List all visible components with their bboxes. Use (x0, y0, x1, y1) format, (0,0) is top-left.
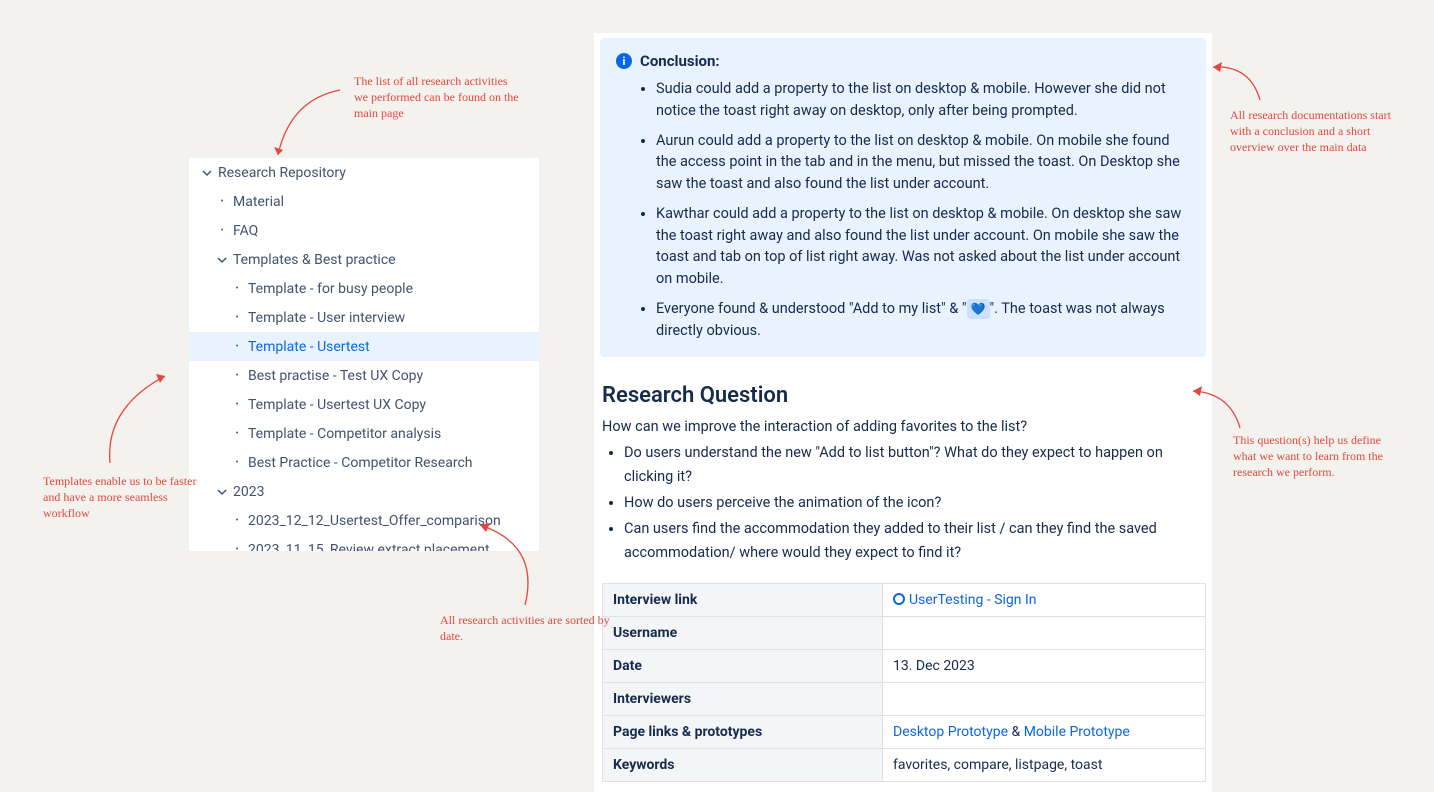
content-panel: i Conclusion: Sudia could add a property… (594, 33, 1212, 792)
chevron-down-icon (214, 255, 230, 265)
conclusion-list: Sudia could add a property to the list o… (656, 78, 1190, 341)
tree-label: Template - for busy people (245, 281, 413, 297)
table-row: Username (603, 616, 1206, 649)
row-value: 13. Dec 2023 (883, 649, 1206, 682)
arrow-icon (100, 368, 190, 468)
annotation: Templates enable us to be faster and hav… (43, 473, 213, 522)
tree-label: Template - Usertest (245, 339, 370, 355)
tree-root[interactable]: Research Repository (189, 158, 539, 187)
arrow-icon (475, 520, 555, 610)
tree-label: Templates & Best practice (230, 252, 396, 268)
arrow-icon (1190, 383, 1250, 433)
row-label: Keywords (603, 748, 883, 781)
annotation: The list of all research activities we p… (354, 73, 524, 122)
tree-label: Material (230, 194, 284, 210)
tree-label: Best practise - Test UX Copy (245, 368, 423, 384)
bullet-icon: • (214, 226, 230, 236)
annotation: This question(s) help us define what we … (1233, 432, 1403, 481)
interview-link[interactable]: UserTesting - Sign In (909, 592, 1037, 608)
tree-item[interactable]: • Template - Competitor analysis (189, 419, 539, 448)
row-value: Desktop Prototype & Mobile Prototype (883, 715, 1206, 748)
tree-item[interactable]: • Template - Usertest UX Copy (189, 390, 539, 419)
row-value: UserTesting - Sign In (883, 583, 1206, 616)
row-label: Interviewers (603, 682, 883, 715)
tree-item-selected[interactable]: • Template - Usertest (189, 332, 539, 361)
tree-item[interactable]: • Template - for busy people (189, 274, 539, 303)
bullet-icon: • (229, 545, 245, 552)
research-question-item: Can users find the accommodation they ad… (624, 517, 1204, 565)
conclusion-title: Conclusion: (640, 52, 720, 70)
tree-item-templates[interactable]: Templates & Best practice (189, 245, 539, 274)
tree-item-faq[interactable]: • FAQ (189, 216, 539, 245)
tree-label: Best Practice - Competitor Research (245, 455, 472, 471)
research-question-list: Do users understand the new "Add to list… (624, 441, 1204, 565)
heart-icon: 💙 (967, 299, 990, 319)
text: Everyone found & understood "Add to my l… (656, 300, 967, 317)
row-value (883, 682, 1206, 715)
table-row: Interview link UserTesting - Sign In (603, 583, 1206, 616)
table-row: Page links & prototypes Desktop Prototyp… (603, 715, 1206, 748)
bullet-icon: • (214, 197, 230, 207)
bullet-icon: • (229, 458, 245, 468)
bullet-icon: • (229, 400, 245, 410)
tree-label: Template - Competitor analysis (245, 426, 441, 442)
bullet-icon: • (229, 342, 245, 352)
row-label: Date (603, 649, 883, 682)
tree-label: 2023_11_15_Review extract placement (245, 542, 490, 552)
table-row: Keywords favorites, compare, listpage, t… (603, 748, 1206, 781)
info-table: Interview link UserTesting - Sign In Use… (602, 583, 1206, 782)
tree-item[interactable]: • Template - User interview (189, 303, 539, 332)
tree-item[interactable]: • Best practise - Test UX Copy (189, 361, 539, 390)
tree-label: 2023_12_12_Usertest_Offer_comparison (245, 513, 501, 529)
row-label: Page links & prototypes (603, 715, 883, 748)
sidebar-tree: Research Repository • Material • FAQ Tem… (189, 158, 539, 551)
arrow-icon (1210, 55, 1270, 105)
arrow-icon (270, 80, 350, 170)
row-label: Interview link (603, 583, 883, 616)
bullet-icon: • (229, 371, 245, 381)
tree-item-year[interactable]: 2023 (189, 477, 539, 506)
tree-item-material[interactable]: • Material (189, 187, 539, 216)
research-question-item: How do users perceive the animation of t… (624, 491, 1204, 515)
conclusion-item: Sudia could add a property to the list o… (656, 78, 1190, 122)
tree-item[interactable]: • Best Practice - Competitor Research (189, 448, 539, 477)
row-label: Username (603, 616, 883, 649)
research-question-heading: Research Question (602, 383, 1204, 408)
conclusion-item: Kawthar could add a property to the list… (656, 203, 1190, 290)
research-question-item: Do users understand the new "Add to list… (624, 441, 1204, 489)
conclusion-item: Everyone found & understood "Add to my l… (656, 298, 1190, 342)
row-value: favorites, compare, listpage, toast (883, 748, 1206, 781)
tree-label: Template - Usertest UX Copy (245, 397, 426, 413)
table-row: Date 13. Dec 2023 (603, 649, 1206, 682)
conclusion-item: Aurun could add a property to the list o… (656, 130, 1190, 195)
research-intro: How can we improve the interaction of ad… (602, 418, 1204, 435)
mobile-prototype-link[interactable]: Mobile Prototype (1024, 724, 1130, 740)
bullet-icon: • (229, 313, 245, 323)
text: & (1008, 724, 1024, 740)
bullet-icon: • (229, 284, 245, 294)
table-row: Interviewers (603, 682, 1206, 715)
conclusion-callout: i Conclusion: Sudia could add a property… (600, 38, 1206, 357)
row-value (883, 616, 1206, 649)
annotation: All research activities are sorted by da… (440, 612, 610, 644)
bullet-icon: • (229, 429, 245, 439)
tree-label: Template - User interview (245, 310, 405, 326)
annotation: All research documentations start with a… (1230, 107, 1400, 156)
chevron-down-icon (214, 487, 230, 497)
chevron-down-icon (199, 168, 215, 178)
usertesting-icon (893, 593, 905, 605)
tree-label: FAQ (230, 223, 258, 239)
tree-label: 2023 (230, 484, 264, 500)
bullet-icon: • (229, 516, 245, 526)
info-icon: i (616, 53, 632, 69)
desktop-prototype-link[interactable]: Desktop Prototype (893, 724, 1008, 740)
